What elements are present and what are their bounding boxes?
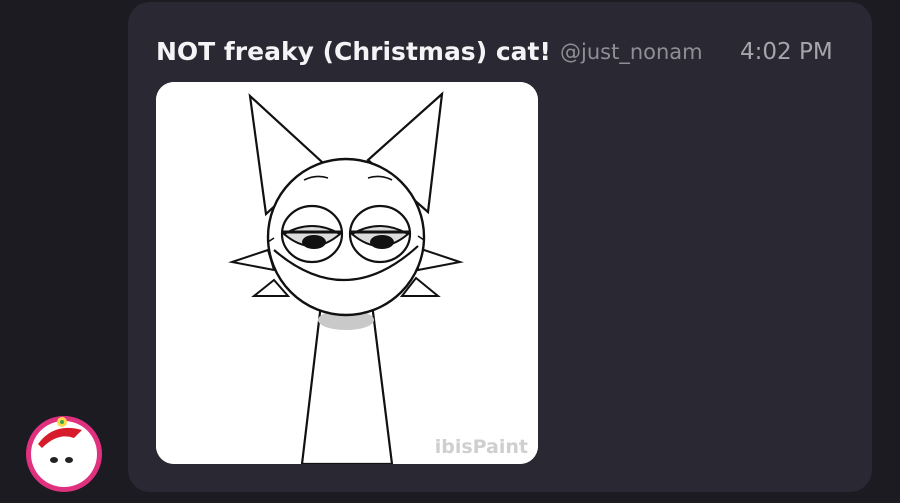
message-timestamp: 4:02 PM — [740, 39, 833, 65]
message-title: NOT freaky (Christmas) cat! — [156, 37, 551, 66]
cat-drawing — [156, 82, 538, 464]
avatar[interactable] — [24, 414, 104, 494]
message-header: NOT freaky (Christmas) cat! @just_nonam … — [156, 34, 846, 74]
chat-screen: NOT freaky (Christmas) cat! @just_nonam … — [0, 0, 900, 503]
handle-fade — [700, 34, 722, 70]
ibispaint-watermark: ibisPaint — [434, 436, 528, 458]
avatar-image — [26, 416, 102, 492]
attached-image[interactable]: ibisPaint — [156, 82, 538, 464]
username-handle[interactable]: @just_nonam — [560, 40, 703, 64]
username-container[interactable]: @just_nonam — [560, 34, 722, 70]
